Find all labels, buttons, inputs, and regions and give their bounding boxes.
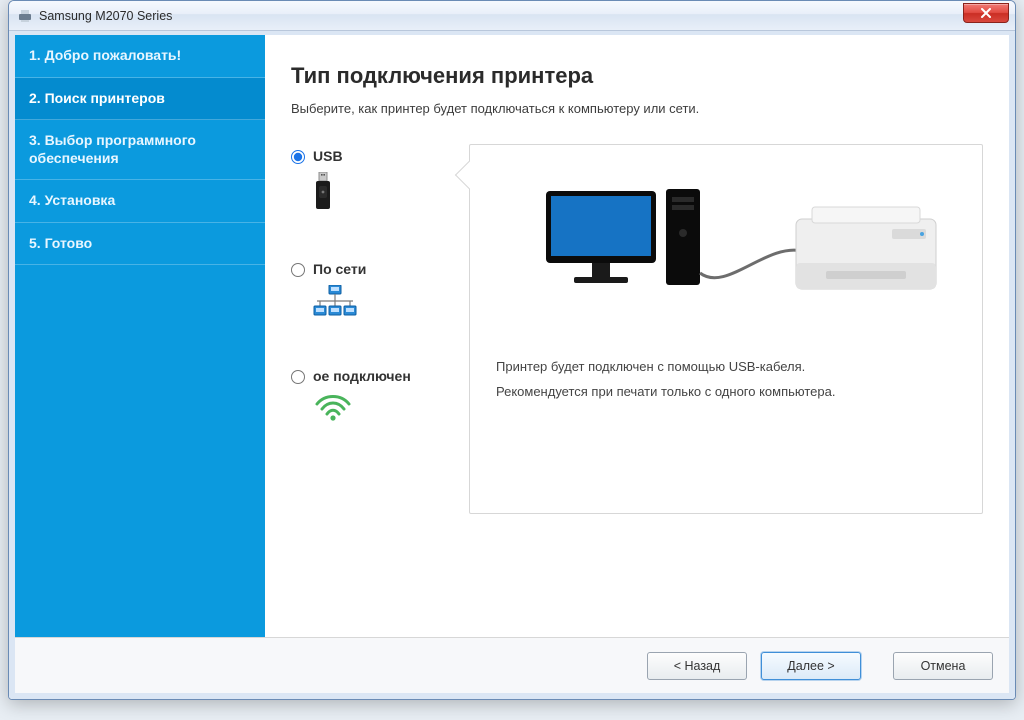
step-done[interactable]: 5. Готово bbox=[15, 223, 265, 266]
wifi-icon bbox=[313, 392, 451, 427]
cancel-button[interactable]: Отмена bbox=[893, 652, 993, 680]
sidebar: 1. Добро пожаловать! 2. Поиск принтеров … bbox=[15, 35, 265, 637]
options-row: USB bbox=[291, 144, 983, 514]
step-install[interactable]: 4. Установка bbox=[15, 180, 265, 223]
option-wireless[interactable]: ое подключен bbox=[291, 368, 451, 427]
close-icon bbox=[980, 8, 992, 18]
option-wireless-label: ое подключен bbox=[313, 368, 411, 384]
preview-illustration bbox=[490, 163, 962, 333]
installer-window: Samsung M2070 Series 1. Добро пожаловать… bbox=[8, 0, 1016, 700]
back-button[interactable]: < Назад bbox=[647, 652, 747, 680]
option-network-label: По сети bbox=[313, 261, 366, 277]
usb-icon bbox=[313, 172, 451, 217]
printer-icon bbox=[17, 8, 33, 24]
step-select-software[interactable]: 3. Выбор программного обеспечения bbox=[15, 120, 265, 180]
page-heading: Тип подключения принтера bbox=[291, 63, 983, 89]
option-network[interactable]: По сети bbox=[291, 261, 451, 324]
option-usb-label: USB bbox=[313, 148, 343, 164]
radio-network[interactable] bbox=[291, 263, 305, 277]
radio-wireless[interactable] bbox=[291, 370, 305, 384]
step-search-printers[interactable]: 2. Поиск принтеров bbox=[15, 78, 265, 121]
preview-notch bbox=[455, 161, 483, 189]
network-icon bbox=[313, 285, 451, 324]
option-usb[interactable]: USB bbox=[291, 148, 451, 217]
radio-usb[interactable] bbox=[291, 150, 305, 164]
main-panel: Тип подключения принтера Выберите, как п… bbox=[265, 35, 1009, 637]
page-subtitle: Выберите, как принтер будет подключаться… bbox=[291, 101, 983, 116]
window-title: Samsung M2070 Series bbox=[39, 9, 172, 23]
window-close-button[interactable] bbox=[963, 3, 1009, 23]
preview-line2: Рекомендуется при печати только с одного… bbox=[496, 380, 962, 405]
body-area: 1. Добро пожаловать! 2. Поиск принтеров … bbox=[15, 35, 1009, 637]
titlebar: Samsung M2070 Series bbox=[9, 1, 1015, 31]
preview-line1: Принтер будет подключен с помощью USB-ка… bbox=[496, 355, 962, 380]
step-welcome[interactable]: 1. Добро пожаловать! bbox=[15, 35, 265, 78]
client-area: 1. Добро пожаловать! 2. Поиск принтеров … bbox=[9, 31, 1015, 699]
preview-panel: Принтер будет подключен с помощью USB-ка… bbox=[469, 144, 983, 514]
footer: < Назад Далее > Отмена bbox=[15, 637, 1009, 693]
next-button[interactable]: Далее > bbox=[761, 652, 861, 680]
connection-options: USB bbox=[291, 144, 451, 427]
preview-text: Принтер будет подключен с помощью USB-ка… bbox=[490, 355, 962, 404]
